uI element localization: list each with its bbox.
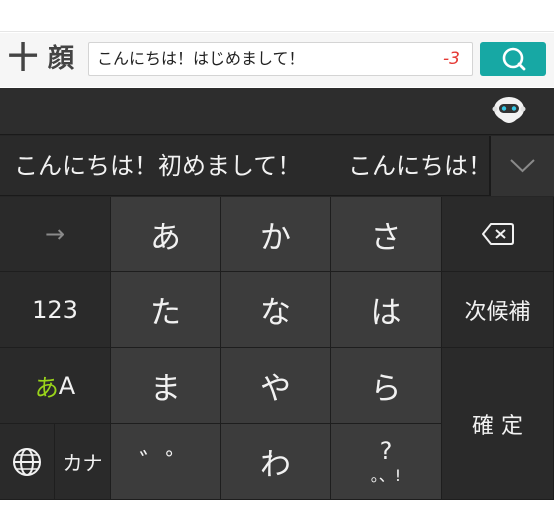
key-label: ら <box>370 371 402 407</box>
key-label: あ <box>150 219 181 256</box>
key-label: ? <box>379 436 393 465</box>
confirm-key[interactable]: 確 定 <box>442 348 554 500</box>
key-sa[interactable]: さ <box>331 197 442 272</box>
key-label: わ <box>260 447 291 483</box>
key-na[interactable]: な <box>221 272 331 348</box>
katakana-label: カナ <box>62 451 103 475</box>
arrow-right-icon: → <box>44 220 66 248</box>
key-ta[interactable]: た <box>111 272 221 348</box>
add-button[interactable]: 十 <box>8 41 38 77</box>
search-input[interactable]: こんにちは！はじめまして！ -3 <box>88 42 473 76</box>
key-ka[interactable]: か <box>221 197 331 272</box>
candidate-item[interactable]: こんにちは！初めまして！ <box>14 136 301 196</box>
expand-candidates-button[interactable] <box>491 136 554 196</box>
key-a[interactable]: あ <box>111 197 221 272</box>
key-wa[interactable]: わ <box>221 424 331 500</box>
search-icon <box>502 47 526 71</box>
hiragana-mode-label: あ <box>34 374 59 402</box>
backspace-icon <box>481 223 514 245</box>
assistant-robot-icon[interactable] <box>491 95 527 129</box>
confirm-label: 確 定 <box>472 413 523 439</box>
keyboard: こんにちは！初めまして！ こんにちは！ → 123 あA カナ あ か さ た … <box>0 88 554 500</box>
keyboard-toolbar <box>0 88 554 135</box>
candidate-bar: こんにちは！初めまして！ こんにちは！ <box>0 136 554 196</box>
next-candidate-label: 次候補 <box>464 299 531 325</box>
app-toolbar: 十 顔 こんにちは！はじめまして！ -3 <box>0 33 554 87</box>
punctuation-key[interactable]: ? 。、! <box>331 424 442 500</box>
key-sublabel: 。、! <box>370 465 402 485</box>
key-label: か <box>260 219 291 256</box>
chevron-down-icon <box>510 159 535 173</box>
character-count: -3 <box>443 49 460 69</box>
key-ma[interactable]: ま <box>111 348 221 424</box>
katakana-key[interactable]: カナ <box>55 424 111 500</box>
key-label: ま <box>150 371 181 407</box>
backspace-key[interactable] <box>442 197 554 272</box>
key-ra[interactable]: ら <box>331 348 442 424</box>
key-label: さ <box>370 219 402 256</box>
key-label: た <box>150 295 181 331</box>
key-label: は <box>370 295 402 331</box>
kaomoji-button[interactable]: 顔 <box>48 41 82 77</box>
key-label: ゛゜ <box>139 449 192 479</box>
language-key[interactable] <box>0 424 55 500</box>
search-input-value: こんにちは！はじめまして！ <box>97 49 305 68</box>
cursor-right-key[interactable]: → <box>0 197 111 272</box>
number-mode-key[interactable]: 123 <box>0 272 111 348</box>
alphabet-mode-label: A <box>58 371 76 400</box>
top-strip <box>0 0 554 32</box>
key-label: な <box>260 295 291 331</box>
search-button[interactable] <box>480 42 546 76</box>
key-ha[interactable]: は <box>331 272 442 348</box>
globe-icon <box>13 447 41 476</box>
number-mode-label: 123 <box>32 295 78 324</box>
key-label: や <box>260 371 291 407</box>
dakuten-key[interactable]: ゛゜ <box>111 424 221 500</box>
key-ya[interactable]: や <box>221 348 331 424</box>
candidate-item[interactable]: こんにちは！ <box>348 136 492 196</box>
input-mode-key[interactable]: あA <box>0 348 111 424</box>
next-candidate-key[interactable]: 次候補 <box>442 272 554 348</box>
